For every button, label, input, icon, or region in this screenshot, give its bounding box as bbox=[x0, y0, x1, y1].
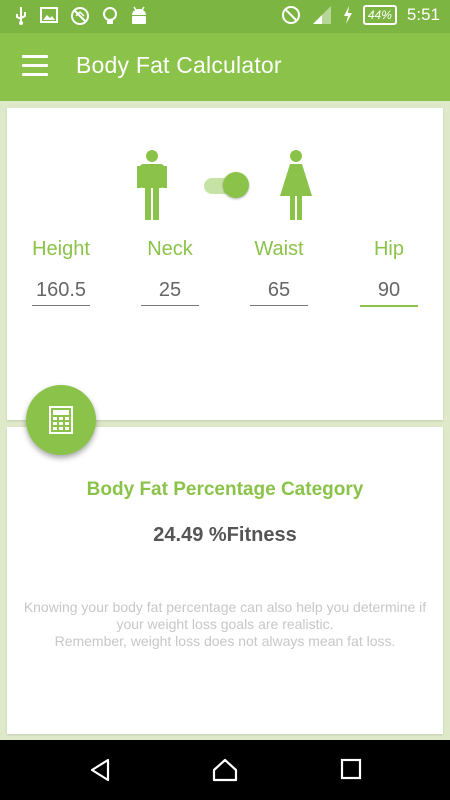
waist-label: Waist bbox=[254, 238, 304, 260]
waist-field: Waist 65 bbox=[234, 238, 324, 306]
waist-input[interactable]: 65 bbox=[250, 279, 308, 306]
usb-icon bbox=[16, 7, 26, 25]
height-label: Height bbox=[32, 238, 90, 260]
gender-selector bbox=[7, 148, 443, 228]
clock: 5:51 bbox=[406, 5, 440, 24]
gender-toggle[interactable] bbox=[202, 170, 252, 200]
result-card: Body Fat Percentage Category 24.49 %Fitn… bbox=[7, 427, 443, 734]
male-figure-icon[interactable] bbox=[137, 150, 167, 220]
charging-icon bbox=[343, 6, 352, 24]
neck-field: Neck 25 bbox=[125, 238, 215, 306]
hamburger-menu-icon[interactable] bbox=[22, 55, 48, 77]
home-icon[interactable] bbox=[212, 758, 238, 782]
female-figure-icon[interactable] bbox=[279, 150, 313, 220]
result-value: 24.49 %Fitness bbox=[153, 524, 297, 546]
image-icon bbox=[40, 7, 58, 23]
info-note-line2: your weight loss goals are realistic. bbox=[116, 616, 334, 632]
recents-square-icon[interactable] bbox=[340, 758, 362, 780]
do-not-disturb-icon bbox=[281, 6, 300, 24]
android-icon bbox=[132, 6, 146, 24]
height-input[interactable]: 160.5 bbox=[32, 279, 90, 306]
result-category-title: Body Fat Percentage Category bbox=[86, 479, 364, 500]
height-field: Height 160.5 bbox=[16, 238, 106, 306]
no-sync-icon bbox=[71, 7, 89, 25]
app-bar: Body Fat Calculator bbox=[0, 33, 450, 101]
signal-icon bbox=[312, 6, 331, 24]
hip-field: Hip 90 bbox=[344, 238, 434, 307]
system-nav-bar bbox=[0, 740, 450, 800]
info-note-line1: Knowing your body fat percentage can als… bbox=[23, 599, 427, 615]
neck-label: Neck bbox=[147, 238, 193, 260]
calculator-icon bbox=[49, 406, 73, 434]
battery-level: 44% bbox=[362, 5, 397, 25]
neck-input[interactable]: 25 bbox=[141, 279, 199, 306]
hip-input[interactable]: 90 bbox=[360, 279, 418, 307]
input-card: Height 160.5 Neck 25 Waist 65 Hip 90 bbox=[7, 108, 443, 420]
hip-label: Hip bbox=[373, 238, 404, 260]
status-bar: 44% 5:51 bbox=[0, 0, 450, 33]
calculate-button[interactable] bbox=[26, 385, 96, 455]
info-note: Knowing your body fat percentage can als… bbox=[7, 599, 443, 650]
page-title: Body Fat Calculator bbox=[76, 52, 282, 78]
lightbulb-icon bbox=[103, 7, 117, 24]
back-triangle-icon[interactable] bbox=[88, 758, 112, 782]
info-note-line3: Remember, weight loss does not always me… bbox=[54, 633, 396, 649]
